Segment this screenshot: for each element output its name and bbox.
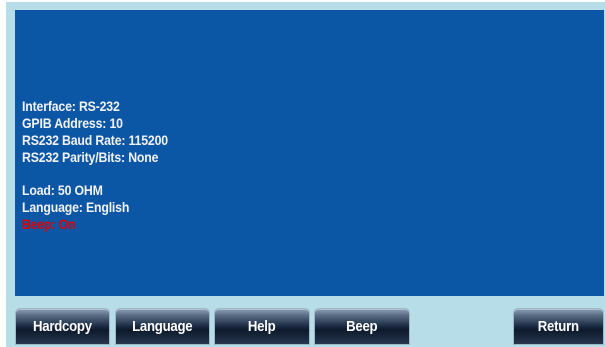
language-label: Language [132, 318, 193, 335]
return-softkey[interactable]: Return [513, 308, 604, 345]
instrument-frame: Interface: RS-232 GPIB Address: 10 RS232… [6, 2, 605, 347]
load-line: Load: 50 OHM [22, 182, 103, 198]
beep-label: Beep [346, 318, 378, 335]
hardcopy-label: Hardcopy [33, 318, 92, 335]
display-screen: Interface: RS-232 GPIB Address: 10 RS232… [15, 10, 604, 296]
return-label: Return [538, 318, 579, 335]
baud-rate-line: RS232 Baud Rate: 115200 [22, 132, 168, 148]
softkey-bar: Hardcopy Language Help Beep Return [6, 308, 605, 347]
language-line: Language: English [22, 199, 130, 215]
language-softkey[interactable]: Language [115, 308, 210, 345]
parity-bits-line: RS232 Parity/Bits: None [22, 149, 159, 165]
system-info-panel: Interface: RS-232 GPIB Address: 10 RS232… [22, 98, 168, 233]
help-label: Help [248, 318, 276, 335]
beep-softkey[interactable]: Beep [314, 308, 410, 345]
help-softkey[interactable]: Help [214, 308, 310, 345]
gpib-address-line: GPIB Address: 10 [22, 115, 123, 131]
interface-line: Interface: RS-232 [22, 98, 120, 114]
beep-line: Beep: On [22, 216, 76, 232]
hardcopy-softkey[interactable]: Hardcopy [15, 308, 110, 345]
